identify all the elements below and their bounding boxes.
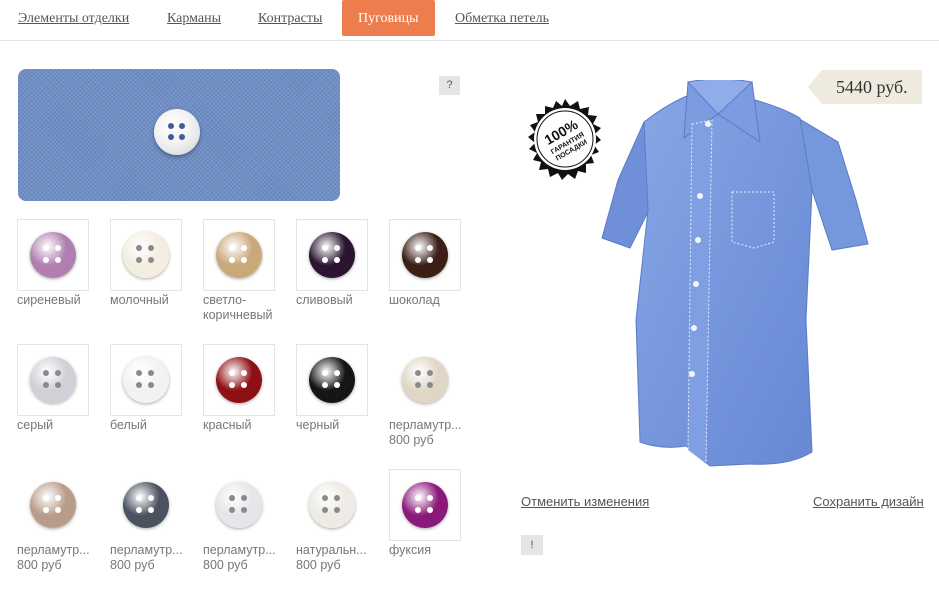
button-option-name: сиреневый xyxy=(17,293,81,307)
button-option[interactable]: светло- коричневый xyxy=(203,219,295,323)
button-thumbnail[interactable] xyxy=(296,469,368,541)
tab-buttons[interactable]: Пуговицы xyxy=(342,0,435,36)
button-swatch xyxy=(402,482,448,528)
button-option-name: перламутр... xyxy=(17,543,90,557)
tab-contrasts[interactable]: Контрасты xyxy=(258,0,322,37)
button-option[interactable]: шоколад xyxy=(389,219,481,308)
button-option[interactable]: натуральн... 800 руб xyxy=(296,469,388,573)
button-option-price: 800 руб xyxy=(17,558,62,572)
fabric-preview xyxy=(18,69,340,201)
button-option-name: фуксия xyxy=(389,543,432,557)
button-option-name: натуральн... xyxy=(296,543,367,557)
button-thumbnail[interactable] xyxy=(389,344,461,416)
button-option[interactable]: перламутр... 800 руб xyxy=(389,344,481,448)
button-option[interactable]: сиреневый xyxy=(17,219,109,308)
tab-pockets[interactable]: Карманы xyxy=(167,0,221,37)
button-thumbnail[interactable] xyxy=(203,219,275,291)
tab-buttonhole-stitching[interactable]: Обметка петель xyxy=(455,0,549,37)
button-option-price: 800 руб xyxy=(203,558,248,572)
button-option[interactable]: черный xyxy=(296,344,388,433)
button-thumbnail[interactable] xyxy=(203,469,275,541)
button-thumbnail[interactable] xyxy=(17,219,89,291)
button-swatch xyxy=(216,232,262,278)
save-design-link[interactable]: Сохранить дизайн xyxy=(813,494,924,509)
cancel-changes-link[interactable]: Отменить изменения xyxy=(521,494,649,509)
button-option[interactable]: серый xyxy=(17,344,109,433)
button-option-name: сливовый xyxy=(296,293,353,307)
button-option[interactable]: перламутр... 800 руб xyxy=(110,469,202,573)
button-swatch xyxy=(30,232,76,278)
button-swatch xyxy=(123,357,169,403)
button-option-name: шоколад xyxy=(389,293,440,307)
button-swatch xyxy=(309,482,355,528)
button-option[interactable]: белый xyxy=(110,344,202,433)
button-thumbnail[interactable] xyxy=(110,219,182,291)
button-swatch xyxy=(309,357,355,403)
help-button[interactable]: ? xyxy=(439,76,460,95)
button-option[interactable]: перламутр... 800 руб xyxy=(17,469,109,573)
button-option[interactable]: перламутр... 800 руб xyxy=(203,469,295,573)
button-option-price: 800 руб xyxy=(296,558,341,572)
button-swatch xyxy=(309,232,355,278)
tab-bar: Элементы отделки Карманы Контрасты Пугов… xyxy=(0,0,939,41)
button-swatch xyxy=(216,482,262,528)
button-option-name: светло- коричневый xyxy=(203,293,273,322)
button-option[interactable]: красный xyxy=(203,344,295,433)
button-thumbnail[interactable] xyxy=(110,469,182,541)
button-swatch xyxy=(216,357,262,403)
button-option[interactable]: молочный xyxy=(110,219,202,308)
button-swatch xyxy=(402,232,448,278)
button-thumbnail[interactable] xyxy=(389,469,461,541)
button-thumbnail[interactable] xyxy=(296,344,368,416)
info-button[interactable]: ! xyxy=(521,535,543,555)
button-option[interactable]: сливовый xyxy=(296,219,388,308)
button-option-price: 800 руб xyxy=(389,433,434,447)
button-swatch xyxy=(123,482,169,528)
button-thumbnail[interactable] xyxy=(17,469,89,541)
button-thumbnail[interactable] xyxy=(389,219,461,291)
button-thumbnail[interactable] xyxy=(296,219,368,291)
guarantee-badge: 100% ГАРАНТИЯ ПОСАДКИ xyxy=(528,99,601,180)
button-option-name: молочный xyxy=(110,293,169,307)
button-swatch xyxy=(123,232,169,278)
button-option[interactable]: фуксия xyxy=(389,469,481,558)
shirt-preview xyxy=(601,80,869,467)
button-option-name: черный xyxy=(296,418,340,432)
button-option-name: красный xyxy=(203,418,252,432)
button-option-name: белый xyxy=(110,418,147,432)
button-thumbnail[interactable] xyxy=(17,344,89,416)
button-swatch xyxy=(30,357,76,403)
tab-elements[interactable]: Элементы отделки xyxy=(18,0,129,37)
button-thumbnail[interactable] xyxy=(110,344,182,416)
button-swatch xyxy=(402,357,448,403)
button-swatch xyxy=(30,482,76,528)
button-option-price: 800 руб xyxy=(110,558,155,572)
button-option-name: перламутр... xyxy=(110,543,183,557)
button-thumbnail[interactable] xyxy=(203,344,275,416)
button-option-name: серый xyxy=(17,418,54,432)
preview-button xyxy=(154,109,200,155)
button-option-name: перламутр... xyxy=(389,418,462,432)
button-option-name: перламутр... xyxy=(203,543,276,557)
